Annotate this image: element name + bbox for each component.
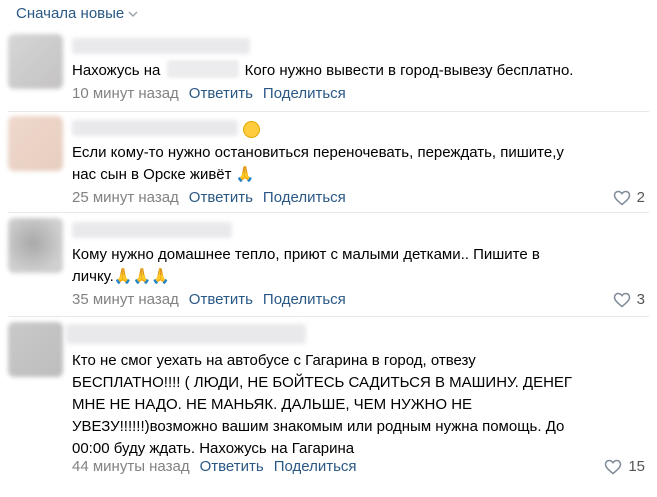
comment-text: Если кому-то нужно остановиться переноче… [72, 144, 564, 183]
comment-1: Нахожусь на Кого нужно вывести в город-в… [0, 32, 657, 110]
author-name[interactable] [72, 222, 232, 238]
like-button[interactable]: 3 [613, 291, 645, 308]
comment-3: Кому нужно домашнее тепло, приют с малым… [0, 218, 657, 314]
comment-time[interactable]: 35 минут назад [72, 291, 179, 308]
avatar[interactable] [8, 116, 63, 171]
avatar[interactable] [8, 218, 63, 273]
praying-hands-icon: 🙏🙏🙏 [113, 267, 170, 285]
comment-2: Если кому-то нужно остановиться переноче… [0, 116, 657, 210]
author-name[interactable] [72, 38, 250, 54]
share-link[interactable]: Поделиться [263, 189, 346, 206]
comment-meta: 44 минуты назад Ответить Поделиться [72, 458, 357, 475]
reply-link[interactable]: Ответить [189, 85, 253, 102]
reply-link[interactable]: Ответить [189, 189, 253, 206]
reply-link[interactable]: Ответить [200, 458, 264, 475]
like-button[interactable]: 2 [613, 189, 645, 206]
comment-text: Кто не смог уехать на автобусе с Гагарин… [72, 352, 573, 457]
author-name[interactable] [66, 324, 306, 344]
share-link[interactable]: Поделиться [263, 291, 346, 308]
like-count: 2 [636, 189, 645, 206]
comment-meta: 25 минут назад Ответить Поделиться [72, 189, 346, 206]
avatar[interactable] [8, 34, 63, 89]
comment-4: Кто не смог уехать на автобусе с Гагарин… [0, 320, 657, 490]
sort-dropdown[interactable]: Сначала новые [16, 5, 138, 22]
heart-icon [605, 459, 622, 474]
divider [8, 316, 649, 317]
redacted-location [166, 60, 239, 78]
share-link[interactable]: Поделиться [263, 85, 346, 102]
heart-icon [613, 292, 630, 307]
smile-emoji-icon [243, 121, 260, 138]
avatar[interactable] [8, 322, 63, 377]
comment-time[interactable]: 10 минут назад [72, 85, 179, 102]
author-name[interactable] [72, 120, 238, 136]
comment-time[interactable]: 44 минуты назад [72, 458, 190, 475]
comment-text: Нахожусь на Кого нужно вывести в город-в… [72, 60, 574, 79]
like-count: 3 [636, 291, 645, 308]
reply-link[interactable]: Ответить [189, 291, 253, 308]
divider [8, 111, 649, 112]
like-button[interactable]: 15 [604, 458, 645, 475]
praying-hands-icon: 🙏 [235, 165, 255, 183]
comment-meta: 35 минут назад Ответить Поделиться [72, 291, 346, 308]
comment-text: Кому нужно домашнее тепло, приют с малым… [72, 246, 540, 285]
chevron-down-icon [128, 11, 138, 17]
share-link[interactable]: Поделиться [274, 458, 357, 475]
like-count: 15 [628, 458, 645, 475]
sort-label: Сначала новые [16, 5, 125, 22]
comment-meta: 10 минут назад Ответить Поделиться [72, 85, 346, 102]
divider [8, 212, 649, 213]
comment-time[interactable]: 25 минут назад [72, 189, 179, 206]
heart-icon [613, 190, 630, 205]
